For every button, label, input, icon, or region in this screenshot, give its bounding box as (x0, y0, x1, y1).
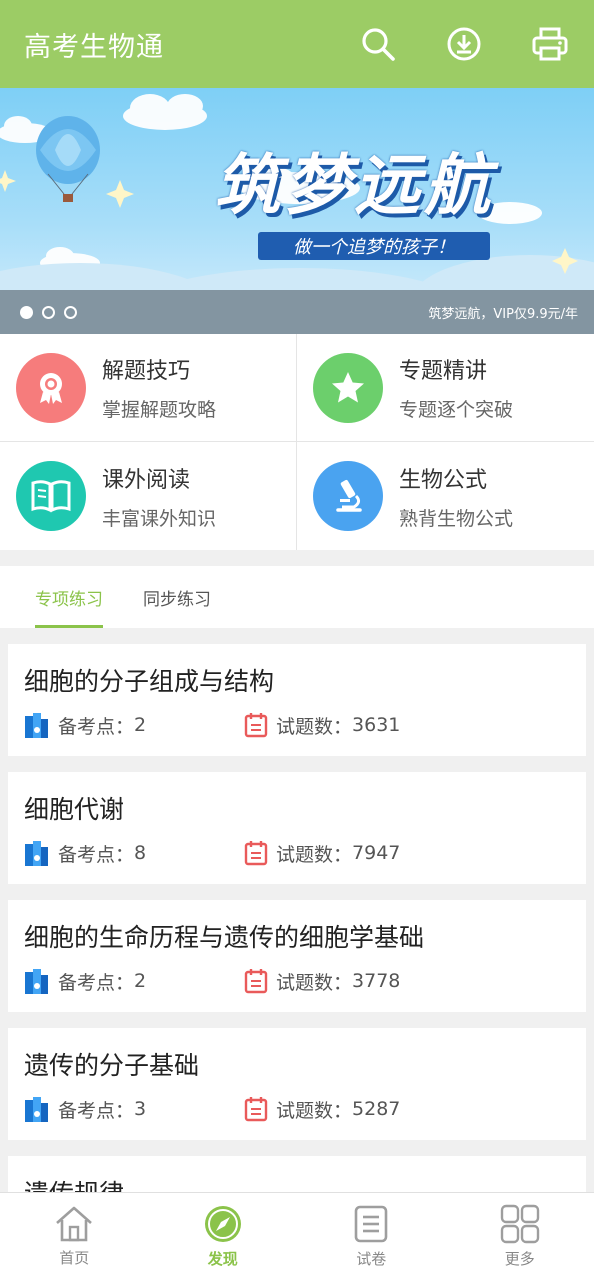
points-value: 3 (134, 1098, 147, 1120)
questions-value: 7947 (352, 842, 401, 864)
carousel-dot[interactable] (20, 305, 33, 319)
tab-special-practice[interactable]: 专项练习 (35, 566, 103, 628)
nav-discover[interactable]: 发现 (149, 1193, 298, 1280)
print-icon[interactable] (530, 24, 570, 64)
feature-desc: 专题逐个突破 (399, 399, 514, 421)
points-value: 2 (134, 970, 147, 992)
books-icon (25, 713, 48, 738)
search-icon[interactable] (358, 24, 398, 64)
feature-desc: 丰富课外知识 (102, 507, 217, 530)
questions-label: 试题数： (276, 1099, 353, 1122)
questions-value: 3778 (352, 970, 401, 992)
compass-icon (204, 1206, 241, 1242)
list-item[interactable]: 遗传的分子基础 备考点： 3 试题数： 5287 (8, 1028, 586, 1140)
feature-bio-formulas[interactable]: 生物公式 熟背生物公式 (297, 442, 594, 550)
calendar-icon (244, 713, 268, 738)
topic-meta: 备考点： 2 试题数： 3778 (24, 966, 570, 996)
points-value: 2 (134, 714, 147, 736)
topic-meta: 备考点： 2 试题数： 3631 (24, 710, 570, 740)
topic-meta: 备考点： 3 试题数： 5287 (24, 1094, 570, 1124)
nav-papers[interactable]: 试卷 (297, 1193, 446, 1280)
questions-label: 试题数： (276, 971, 353, 994)
banner-headline: 筑梦远航 (214, 146, 494, 224)
feature-desc: 熟背生物公式 (399, 507, 514, 530)
books-icon (25, 969, 48, 994)
topic-title: 细胞的生命历程与遗传的细胞学基础 (24, 923, 425, 952)
points-label: 备考点： (58, 715, 135, 738)
questions-value: 5287 (352, 1098, 401, 1120)
grid-icon (500, 1204, 539, 1244)
points-value: 8 (134, 842, 147, 864)
top-bar: 高考生物通 (0, 0, 594, 88)
questions-label: 试题数： (276, 843, 353, 866)
books-icon (25, 1097, 48, 1122)
badge-icon (16, 352, 86, 423)
paper-icon (354, 1205, 388, 1243)
book-icon (16, 461, 86, 531)
topic-title: 遗传的分子基础 (24, 1051, 200, 1080)
microscope-icon (313, 461, 383, 531)
feature-grid: 解题技巧 掌握解题攻略 专题精讲 专题逐个突破 课外阅读 丰富课外知识 生物公式… (0, 334, 594, 550)
practice-tabs: 专项练习 同步练习 (0, 566, 594, 628)
home-icon (56, 1206, 93, 1242)
bottom-nav: 首页 发现 试卷 更多 (0, 1192, 594, 1280)
topic-title: 细胞的分子组成与结构 (24, 667, 275, 696)
nav-label: 试卷 (356, 1250, 387, 1268)
feature-title: 解题技巧 (102, 359, 191, 384)
calendar-icon (244, 1097, 268, 1122)
books-icon (25, 841, 48, 866)
calendar-icon (244, 841, 268, 866)
points-label: 备考点： (58, 1099, 135, 1122)
banner-caption: 筑梦远航，VIP仅9.9元/年 (428, 306, 578, 322)
feature-title: 课外阅读 (102, 467, 191, 493)
questions-label: 试题数： (276, 715, 353, 738)
download-icon[interactable] (444, 24, 484, 64)
feature-title: 生物公式 (399, 467, 488, 493)
banner-subtitle: 做一个追梦的孩子！ (258, 232, 490, 260)
carousel-dot[interactable] (42, 305, 55, 319)
nav-label: 发现 (207, 1250, 238, 1268)
nav-more[interactable]: 更多 (446, 1193, 594, 1280)
carousel-dot[interactable] (64, 305, 77, 319)
feature-problem-solving[interactable]: 解题技巧 掌握解题攻略 (0, 334, 297, 442)
topic-title: 细胞代谢 (24, 795, 125, 824)
toolbar-icons (312, 24, 570, 64)
carousel-dots[interactable] (20, 305, 86, 319)
feature-extra-reading[interactable]: 课外阅读 丰富课外知识 (0, 442, 297, 550)
tab-sync-practice[interactable]: 同步练习 (143, 566, 211, 628)
list-item[interactable]: 细胞的分子组成与结构 备考点： 2 试题数： 3631 (8, 644, 586, 756)
nav-label: 更多 (504, 1250, 535, 1268)
star-icon (313, 352, 383, 423)
feature-topic-lectures[interactable]: 专题精讲 专题逐个突破 (297, 334, 594, 442)
app-title: 高考生物通 (24, 31, 164, 63)
topic-meta: 备考点： 8 试题数： 7947 (24, 838, 570, 868)
nav-label: 首页 (59, 1249, 90, 1267)
feature-title: 专题精讲 (399, 359, 488, 384)
feature-desc: 掌握解题攻略 (102, 399, 217, 421)
list-item[interactable]: 细胞的生命历程与遗传的细胞学基础 备考点： 2 试题数： 3778 (8, 900, 586, 1012)
calendar-icon (244, 969, 268, 994)
promo-banner[interactable]: 筑梦远航 做一个追梦的孩子！ 筑梦远航，VIP仅9.9元/年 (0, 88, 594, 334)
questions-value: 3631 (352, 714, 401, 736)
banner-caption-strip: 筑梦远航，VIP仅9.9元/年 (0, 290, 594, 334)
points-label: 备考点： (58, 971, 135, 994)
topic-list: 细胞的分子组成与结构 备考点： 2 试题数： 3631 细胞代谢 备考点： 8 试题数… (8, 644, 586, 1280)
points-label: 备考点： (58, 843, 135, 866)
nav-home[interactable]: 首页 (0, 1193, 149, 1280)
list-item[interactable]: 细胞代谢 备考点： 8 试题数： 7947 (8, 772, 586, 884)
